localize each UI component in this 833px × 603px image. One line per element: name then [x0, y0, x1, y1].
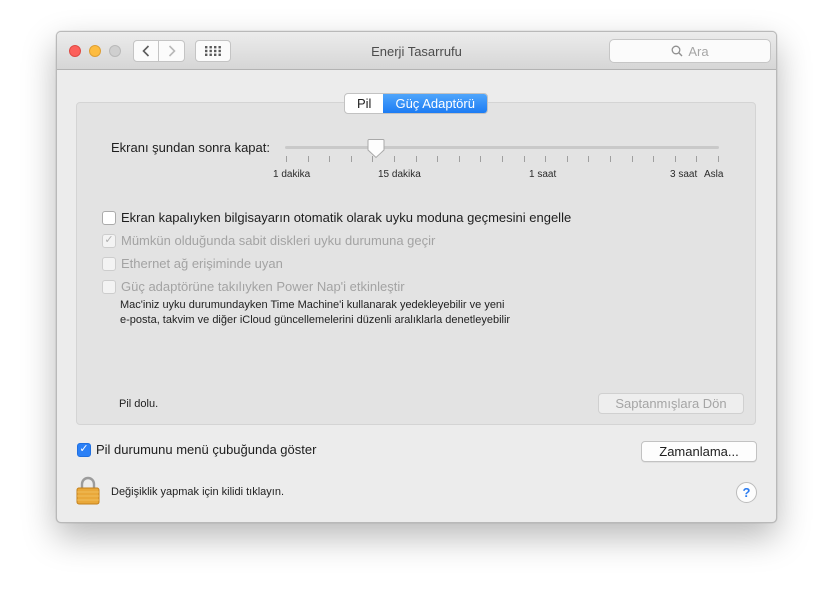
- slider-tick-mark: [329, 156, 331, 162]
- power-nap-checkbox: [102, 279, 116, 294]
- slider-tick-mark: [415, 156, 417, 162]
- show-battery-status-option[interactable]: ✓ Pil durumunu menü çubuğunda göster: [77, 442, 316, 457]
- slider-tick-label-never: Asla: [704, 169, 724, 180]
- slider-tick-mark: [718, 156, 719, 162]
- slider-tick-mark: [696, 156, 698, 162]
- slider-tick-mark: [286, 156, 287, 162]
- display-sleep-label: Ekranı şundan sonra kapat:: [111, 140, 270, 155]
- slider-tick-mark: [523, 156, 525, 162]
- search-field[interactable]: Ara: [609, 39, 771, 63]
- wake-ethernet-label: Ethernet ağ erişiminde uyan: [121, 256, 283, 271]
- slider-tick-mark: [480, 156, 482, 162]
- prevent-sleep-option[interactable]: Ekran kapalıyken bilgisayarın otomatik o…: [102, 210, 571, 225]
- battery-status: Pil dolu.: [119, 398, 159, 410]
- power-nap-option: Güç adaptörüne takılıyken Power Nap'i et…: [102, 279, 405, 294]
- slider-tick-mark: [631, 156, 633, 162]
- preferences-window: Enerji Tasarrufu Ara Pil Güç Adaptörü Ek…: [56, 31, 777, 523]
- power-nap-description-line-1: Mac'iniz uyku durumundayken Time Machine…: [120, 299, 505, 311]
- schedule-button[interactable]: Zamanlama...: [641, 441, 757, 462]
- slider-tick-mark: [674, 156, 676, 162]
- disk-sleep-checkbox: ✓: [102, 233, 116, 248]
- tab-battery[interactable]: Pil: [345, 94, 383, 113]
- slider-tick-mark: [545, 156, 547, 162]
- slider-tick-mark: [502, 156, 503, 162]
- slider-tick-mark: [653, 156, 655, 162]
- slider-tick-mark: [437, 156, 439, 162]
- slider-tick-label-15-minutes: 15 dakika: [378, 169, 421, 180]
- slider-tick-label-1-minute: 1 dakika: [273, 169, 311, 180]
- prevent-sleep-checkbox[interactable]: [102, 210, 116, 225]
- wake-ethernet-checkbox: [102, 256, 116, 271]
- lock-icon[interactable]: [75, 475, 101, 505]
- power-source-tabs: Pil Güç Adaptörü: [344, 93, 488, 114]
- slider-tick-mark: [394, 156, 395, 162]
- title-bar: Enerji Tasarrufu Ara: [57, 32, 776, 70]
- show-battery-status-label: Pil durumunu menü çubuğunda göster: [96, 442, 317, 457]
- slider-tick-mark: [610, 156, 611, 162]
- slider-tick-label-3-hours: 3 saat: [670, 169, 698, 180]
- help-button[interactable]: ?: [736, 482, 757, 503]
- power-nap-label: Güç adaptörüne takılıyken Power Nap'i et…: [121, 279, 405, 294]
- wake-ethernet-option: Ethernet ağ erişiminde uyan: [102, 256, 283, 271]
- slider-tick-mark: [350, 156, 352, 162]
- display-sleep-slider-thumb[interactable]: [367, 138, 385, 159]
- slider-tick-mark: [588, 156, 590, 162]
- search-icon: [671, 45, 683, 57]
- slider-tick-mark: [458, 156, 460, 162]
- restore-defaults-button: Saptanmışlara Dön: [598, 393, 744, 414]
- slider-tick-mark: [566, 156, 568, 162]
- slider-tick-mark: [307, 156, 309, 162]
- display-sleep-slider-track[interactable]: [285, 146, 719, 149]
- search-placeholder: Ara: [688, 43, 709, 59]
- tab-power-adapter[interactable]: Güç Adaptörü: [383, 94, 487, 113]
- power-nap-description-line-2: e-posta, takvim ve diğer iCloud güncelle…: [120, 314, 511, 326]
- disk-sleep-option: ✓ Mümkün olduğunda sabit diskleri uyku d…: [102, 233, 435, 248]
- lock-instruction: Değişiklik yapmak için kilidi tıklayın.: [111, 486, 284, 498]
- show-battery-status-checkbox[interactable]: ✓: [77, 442, 91, 457]
- slider-tick-label-1-hour: 1 saat: [529, 169, 557, 180]
- prevent-sleep-label: Ekran kapalıyken bilgisayarın otomatik o…: [121, 210, 572, 225]
- disk-sleep-label: Mümkün olduğunda sabit diskleri uyku dur…: [121, 233, 436, 248]
